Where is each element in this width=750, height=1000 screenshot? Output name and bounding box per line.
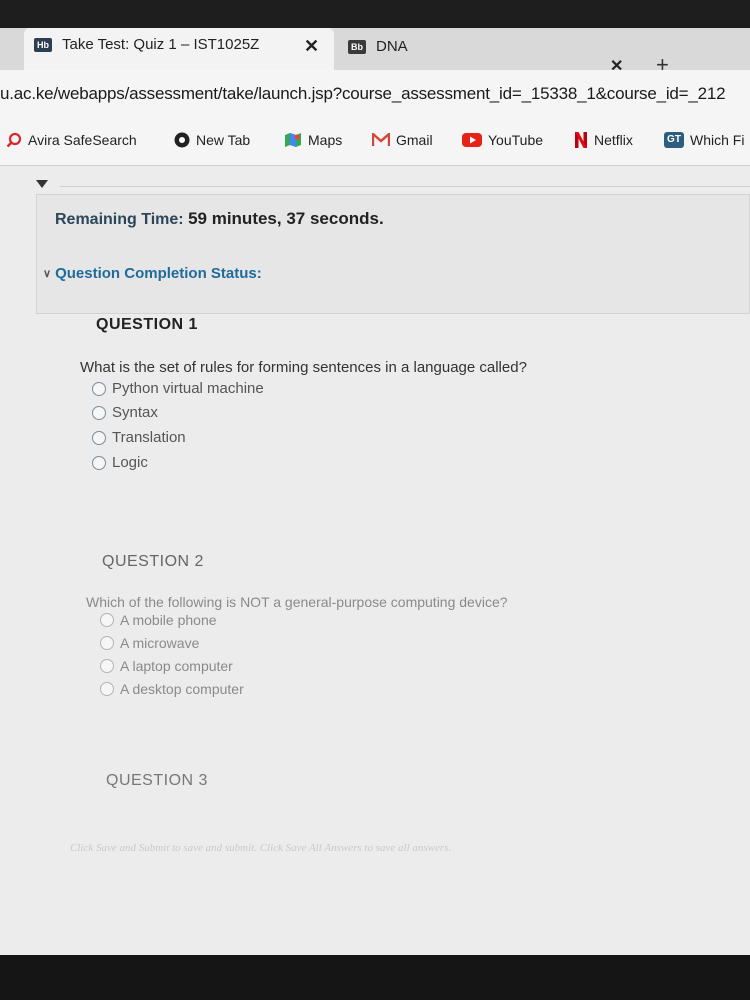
gt-icon: GT (664, 132, 684, 148)
youtube-icon (462, 133, 482, 147)
url-text[interactable]: u.ac.ke/webapps/assessment/take/launch.j… (0, 84, 726, 104)
bookmarks-bar: Avira SafeSearch New Tab Maps Gmail YouT… (0, 120, 750, 166)
bookmark-which-fi[interactable]: GT Which Fi (664, 132, 744, 148)
completion-status-toggle[interactable]: ∨ Question Completion Status: (43, 265, 262, 282)
radio-button[interactable] (100, 659, 114, 673)
chrome-icon (174, 132, 190, 148)
bookmark-gmail[interactable]: Gmail (372, 132, 433, 148)
blackboard-icon: Hb (34, 38, 52, 52)
completion-status-label: Question Completion Status: (55, 265, 262, 282)
maps-icon (285, 133, 301, 147)
tab-title: Take Test: Quiz 1 – IST1025Z (62, 36, 260, 53)
tab-title: DNA (376, 38, 408, 55)
answer-option[interactable]: Translation (92, 429, 186, 446)
browser-window: Hb Take Test: Quiz 1 – IST1025Z ✕ Bb DNA… (0, 0, 750, 955)
option-label: A mobile phone (120, 612, 217, 628)
option-label: Translation (112, 429, 186, 446)
bookmark-netflix[interactable]: Netflix (574, 132, 633, 148)
screen-top-edge (0, 0, 750, 30)
option-label: Logic (112, 454, 148, 471)
radio-button[interactable] (92, 405, 106, 420)
question-label: QUESTION 2 (102, 553, 204, 570)
answer-option[interactable]: A microwave (100, 635, 199, 651)
remaining-time-label: Remaining Time: (55, 211, 184, 228)
answer-option[interactable]: Python virtual machine (92, 380, 264, 397)
bookmark-label: Maps (308, 132, 343, 148)
netflix-icon (575, 132, 587, 148)
answer-option[interactable]: Syntax (92, 404, 158, 421)
question-text: What is the set of rules for forming sen… (80, 359, 527, 376)
remaining-time: Remaining Time: 59 minutes, 37 seconds. (55, 209, 384, 229)
option-label: A microwave (120, 635, 200, 651)
bookmark-label: Netflix (594, 132, 633, 148)
test-info-panel: Remaining Time: 59 minutes, 37 seconds. … (36, 194, 750, 314)
bookmark-avira-safesearch[interactable]: Avira SafeSearch (6, 132, 137, 148)
tab-take-test[interactable]: Hb Take Test: Quiz 1 – IST1025Z ✕ (24, 28, 334, 70)
option-label: Python virtual machine (112, 380, 264, 397)
bookmark-label: YouTube (488, 132, 544, 148)
answer-option[interactable]: A mobile phone (100, 612, 217, 628)
answer-option[interactable]: Logic (92, 454, 148, 471)
caret-down-icon[interactable] (36, 180, 48, 188)
radio-button[interactable] (92, 430, 106, 445)
question-text: Which of the following is NOT a general-… (86, 594, 508, 610)
search-icon (6, 132, 22, 148)
close-icon[interactable]: ✕ (304, 36, 319, 57)
bookmark-label: Gmail (396, 132, 433, 148)
chevron-down-icon: ∨ (43, 268, 52, 280)
bookmark-new-tab[interactable]: New Tab (174, 132, 250, 148)
radio-button[interactable] (100, 613, 114, 627)
divider (60, 186, 750, 187)
option-label: A desktop computer (120, 681, 244, 697)
bookmark-label: New Tab (196, 132, 251, 148)
blackboard-icon: Bb (348, 40, 366, 54)
radio-button[interactable] (100, 682, 114, 696)
address-bar[interactable]: u.ac.ke/webapps/assessment/take/launch.j… (0, 70, 750, 120)
radio-button[interactable] (92, 381, 106, 396)
bookmark-youtube[interactable]: YouTube (462, 132, 543, 148)
answer-option[interactable]: A desktop computer (100, 681, 244, 697)
submit-instructions: Click Save and Submit to save and submit… (70, 842, 452, 854)
tab-dna[interactable]: Bb DNA ✕ (340, 34, 640, 75)
question-label: QUESTION 1 (96, 316, 198, 333)
bookmark-label: Which Fi (690, 132, 745, 148)
screen-bezel (0, 955, 750, 1000)
bookmark-label: Avira SafeSearch (28, 132, 137, 148)
bookmark-maps[interactable]: Maps (284, 132, 342, 148)
answer-option[interactable]: A laptop computer (100, 658, 233, 674)
option-label: A laptop computer (120, 658, 233, 674)
gmail-icon (372, 133, 390, 146)
remaining-time-value: 59 minutes, 37 seconds. (188, 209, 384, 228)
option-label: Syntax (112, 404, 158, 421)
test-content: Remaining Time: 59 minutes, 37 seconds. … (0, 166, 750, 955)
question-label: QUESTION 3 (106, 772, 208, 789)
radio-button[interactable] (100, 636, 114, 650)
radio-button[interactable] (92, 455, 106, 470)
